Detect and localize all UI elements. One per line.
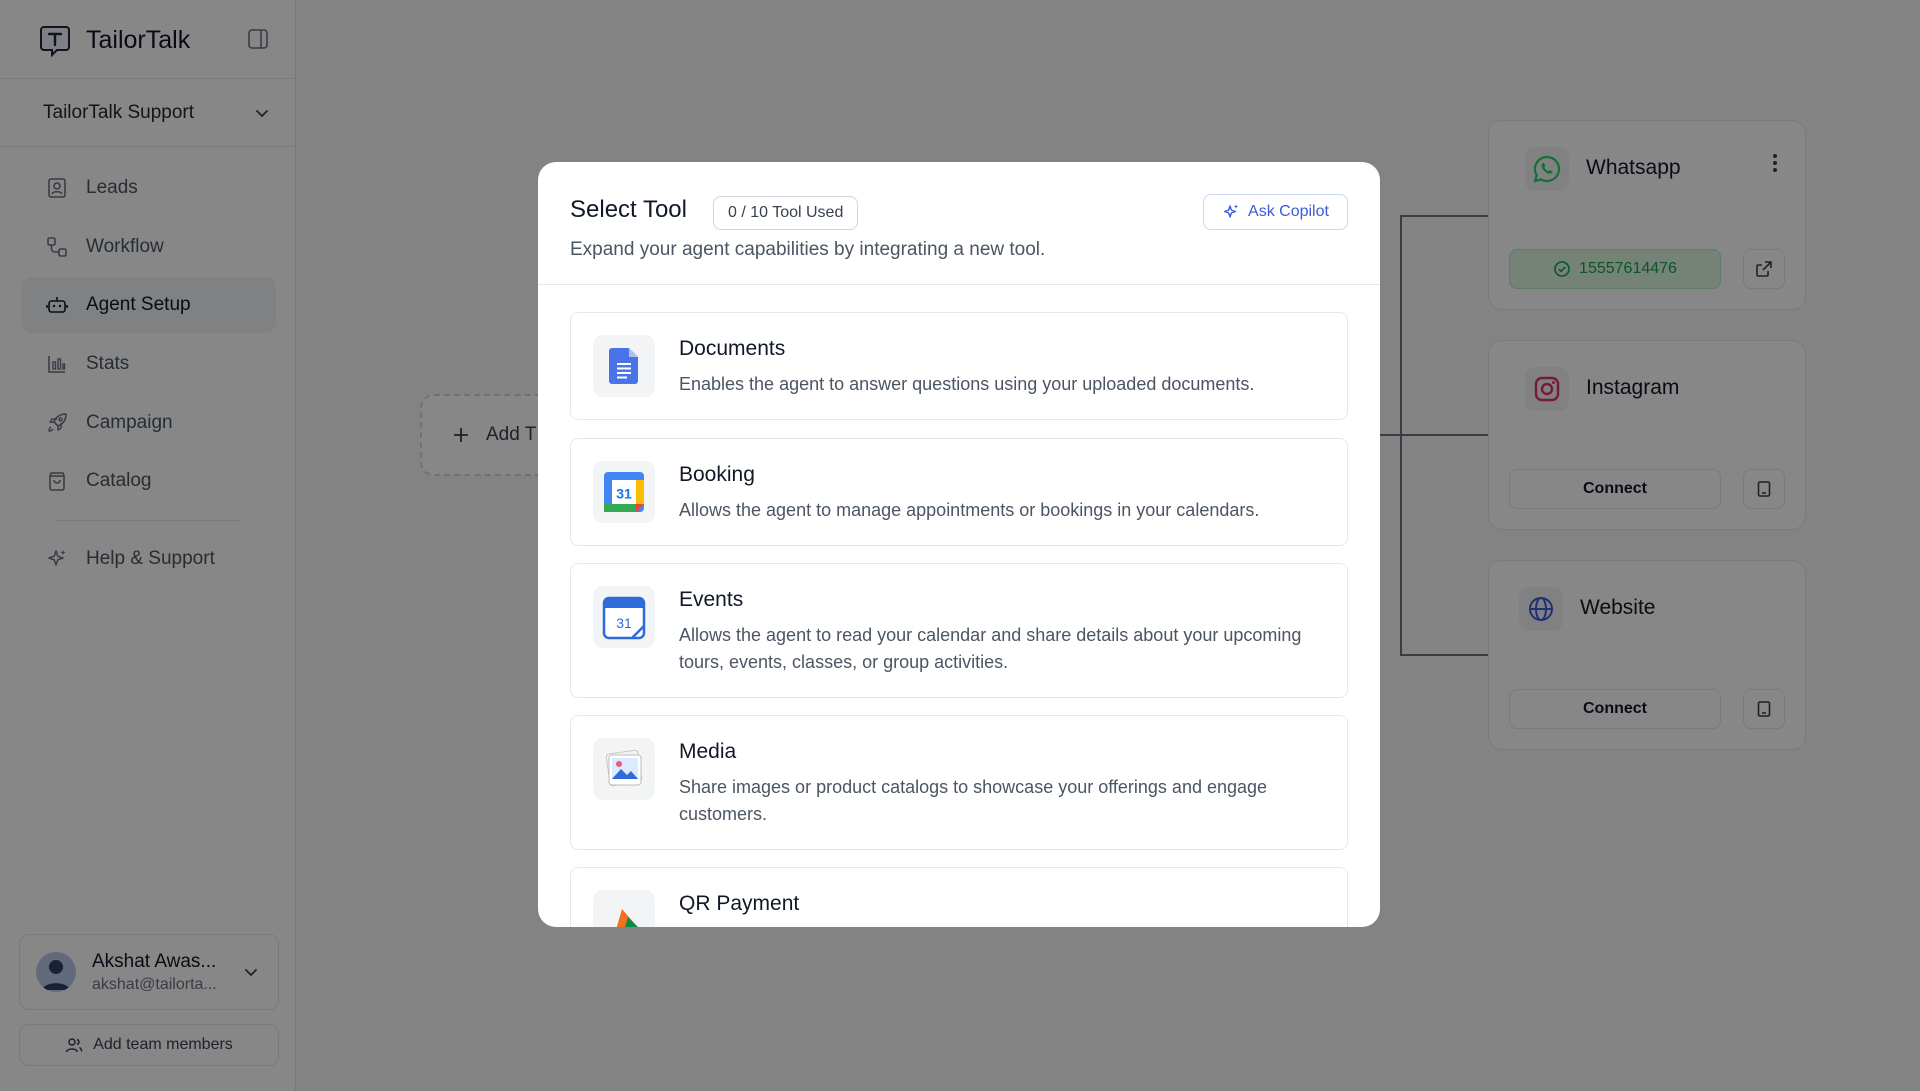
calendar-icon: 31	[593, 586, 655, 648]
ask-copilot-label: Ask Copilot	[1248, 203, 1329, 220]
tool-name: Events	[679, 588, 744, 611]
tool-description: Share images or product catalogs to show…	[679, 777, 1268, 824]
tool-card-documents[interactable]: Documents Enables the agent to answer qu…	[570, 312, 1348, 420]
tool-name: Media	[679, 740, 737, 763]
upi-icon	[593, 890, 655, 927]
modal-subtitle: Expand your agent capabilities by integr…	[570, 239, 1046, 260]
tool-name: Booking	[679, 463, 755, 486]
tool-card-events[interactable]: 31 Events Allows the agent to read your …	[570, 563, 1348, 698]
google-docs-icon	[593, 335, 655, 397]
modal-title: Select Tool	[570, 196, 687, 223]
tool-card-booking[interactable]: 31 Booking Allows the agent to manage ap…	[570, 438, 1348, 546]
ask-copilot-button[interactable]: Ask Copilot	[1203, 194, 1348, 230]
select-tool-modal: Select Tool 0 / 10 Tool Used Ask Copilot…	[538, 162, 1380, 927]
photos-icon	[593, 738, 655, 800]
divider	[538, 284, 1380, 285]
tool-description: Allows the agent to read your calendar a…	[679, 625, 1302, 672]
svg-text:31: 31	[616, 615, 632, 631]
tool-card-media[interactable]: Media Share images or product catalogs t…	[570, 715, 1348, 850]
sparkles-icon	[1223, 204, 1239, 218]
tool-description: Enables the agent to answer questions us…	[679, 374, 1255, 394]
google-calendar-icon: 31	[593, 461, 655, 523]
tool-description: Allows the agent to manage appointments …	[679, 500, 1260, 520]
tool-card-qr-payment[interactable]: QR Payment	[570, 867, 1348, 927]
tool-name: Documents	[679, 337, 786, 360]
tool-name: QR Payment	[679, 892, 800, 915]
svg-text:31: 31	[616, 486, 632, 502]
tool-usage-badge: 0 / 10 Tool Used	[713, 196, 859, 230]
